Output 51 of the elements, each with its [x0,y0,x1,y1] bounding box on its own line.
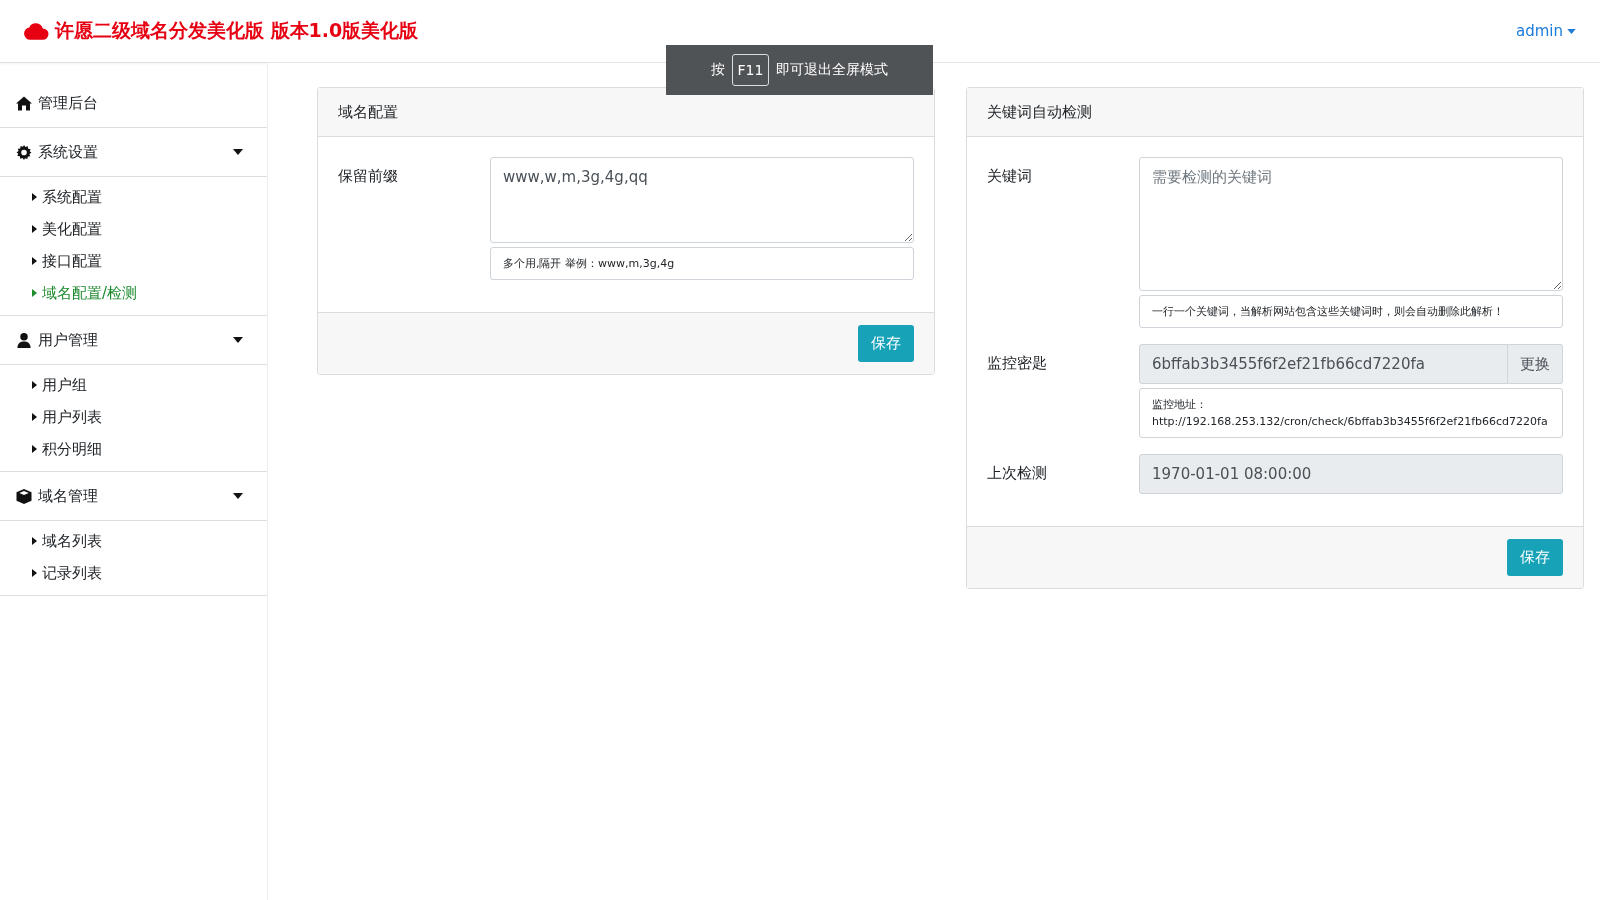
sidebar-item[interactable]: 域名管理 [0,472,267,520]
caret-icon [233,149,243,155]
text-area[interactable]: www,w,m,3g,4g,qq [490,157,914,243]
field-label: 保留前缀 [338,166,399,187]
field-label: 上次检测 [987,463,1048,484]
sidebar-item[interactable]: 积分明细 [0,433,267,465]
help-text: 一行一个关键词，当解析网站包含这些关键词时，则会自动删除此解析！ [1152,304,1505,320]
sidebar-item[interactable]: 域名配置/检测 [0,277,267,309]
sidebar-item[interactable]: 用户组 [0,369,267,401]
caret-icon [32,257,37,265]
caret-icon [32,381,37,389]
sidebar-item[interactable]: 接口配置 [0,245,267,277]
key-field[interactable]: 6bffab3b3455f6f2ef21fb66cd7220fa [1139,344,1508,384]
caret-icon [32,193,37,201]
site-title: 许愿二级域名分发美化版 版本1.0版美化版 [55,18,419,43]
change-button[interactable]: 更换 [1508,344,1563,384]
sidebar-item[interactable]: 系统设置 [0,128,267,176]
help-text: http://192.168.253.132/cron/check/6bffab3b3455f6f2ef21fb66cd7220fa [1152,414,1549,430]
text-area[interactable]: 需要检测的关键词 [1139,157,1563,291]
cube-icon [16,488,32,504]
input-field[interactable]: 1970-01-01 08:00:00 [1139,454,1563,494]
sidebar-item[interactable]: 美化配置 [0,213,267,245]
sidebar-item[interactable]: 用户管理 [0,316,267,364]
help-text: 监控地址： [1152,397,1208,413]
cloud-icon [24,22,49,40]
user-icon [16,332,32,348]
caret-icon [32,569,37,577]
sidebar-item[interactable]: 域名列表 [0,525,267,557]
field-label: 关键词 [987,166,1033,187]
panel-title: 关键词自动检测 [987,102,1092,122]
key-cap: F11 [731,54,770,86]
toast-text: 即可退出全屏模式 [776,61,889,79]
toast-text: 按 [710,61,725,79]
caret-icon [1567,28,1576,34]
panel-title: 域名配置 [338,102,398,122]
caret-icon [32,225,37,233]
caret-icon [233,337,243,343]
sidebar-item[interactable]: 用户列表 [0,401,267,433]
sidebar-item[interactable]: 系统配置 [0,181,267,213]
caret-icon [32,289,37,297]
caret-icon [32,445,37,453]
caret-icon [32,537,37,545]
settings-icon [16,144,32,160]
caret-icon [233,493,243,499]
sidebar-item[interactable]: 管理后台 [0,79,267,127]
sidebar-item[interactable]: 记录列表 [0,557,267,589]
user-menu[interactable]: admin [1516,22,1576,40]
help-text: 多个用,隔开 举例：www,m,3g,4g [503,256,676,272]
home-icon [16,95,32,111]
field-label: 监控密匙 [987,353,1048,374]
caret-icon [32,413,37,421]
